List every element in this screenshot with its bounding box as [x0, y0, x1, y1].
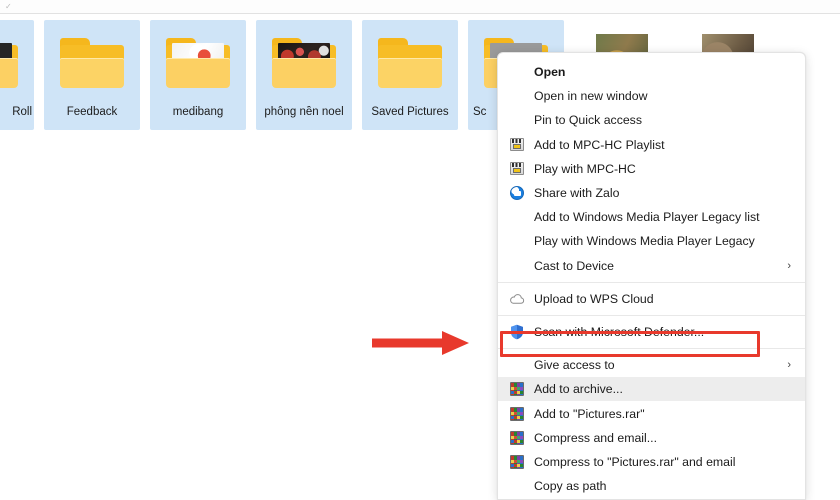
winrar-icon	[506, 452, 528, 472]
menu-item-label: Cast to Device	[534, 258, 614, 273]
menu-item-open-in-new-window[interactable]: Open in new window	[498, 84, 805, 108]
menu-item-label: Add to MPC-HC Playlist	[534, 137, 665, 152]
menu-item-label: Compress to "Pictures.rar" and email	[534, 454, 736, 469]
menu-item-label: Open in new window	[534, 89, 648, 104]
folder-thumbnail	[256, 20, 352, 106]
menu-item-open[interactable]: Open	[498, 60, 805, 84]
menu-item-copy-as-path[interactable]: Copy as path	[498, 474, 805, 498]
menu-item-compress-and-email[interactable]: Compress and email...	[498, 426, 805, 450]
menu-item-label: Upload to WPS Cloud	[534, 291, 654, 306]
folder-icon	[378, 38, 442, 88]
no-icon	[506, 256, 528, 276]
folder-icon	[60, 38, 124, 88]
menu-item-scan-with-microsoft-defender[interactable]: Scan with Microsoft Defender...	[498, 320, 805, 344]
folder-thumbnail	[0, 20, 34, 106]
menu-item-label: Play with Windows Media Player Legacy	[534, 234, 755, 249]
folder-thumbnail	[362, 20, 458, 106]
menu-item-label: Pin to Quick access	[534, 113, 642, 128]
file-item-medibang[interactable]: medibang	[150, 20, 246, 130]
cloud-icon	[506, 289, 528, 309]
mpc-hc-icon	[506, 135, 528, 155]
file-item-feedback[interactable]: Feedback	[44, 20, 140, 130]
menu-item-label: Add to "Pictures.rar"	[534, 406, 645, 421]
menu-item-label: Share with Zalo	[534, 186, 620, 201]
menu-separator	[498, 314, 805, 316]
menu-item-label: Compress and email...	[534, 430, 658, 445]
menu-item-add-to-wmp-legacy-list[interactable]: Add to Windows Media Player Legacy list	[498, 205, 805, 229]
winrar-icon	[506, 404, 528, 424]
file-item-label: phông nền noel	[264, 106, 344, 118]
menu-item-label: Copy as path	[534, 479, 607, 494]
zalo-icon	[506, 183, 528, 203]
menu-item-share-with-zalo[interactable]: Share with Zalo	[498, 181, 805, 205]
mpc-hc-icon	[506, 159, 528, 179]
menu-item-upload-to-wps-cloud[interactable]: Upload to WPS Cloud	[498, 287, 805, 311]
menu-item-label: Add to archive...	[534, 382, 623, 397]
no-icon	[506, 207, 528, 227]
no-icon	[506, 476, 528, 496]
menu-item-play-with-mpc-hc[interactable]: Play with MPC-HC	[498, 157, 805, 181]
file-item-phong-nen-noel[interactable]: phông nền noel	[256, 20, 352, 130]
menu-separator	[498, 348, 805, 350]
file-item-label: Roll	[12, 106, 32, 118]
menu-item-pin-to-quick-access[interactable]: Pin to Quick access	[498, 108, 805, 132]
menu-item-cast-to-device[interactable]: Cast to Device ›	[498, 254, 805, 278]
menu-item-add-to-pictures-rar[interactable]: Add to "Pictures.rar"	[498, 401, 805, 425]
folder-icon	[272, 38, 336, 88]
winrar-icon	[506, 428, 528, 448]
checkmark-icon: ✓	[5, 2, 12, 11]
folder-thumbnail	[150, 20, 246, 106]
folder-thumbnail	[44, 20, 140, 106]
explorer-toolbar[interactable]: ✓	[0, 0, 840, 14]
context-menu[interactable]: Open Open in new window Pin to Quick acc…	[497, 52, 806, 500]
file-item-label: Feedback	[66, 106, 118, 118]
file-item-roll[interactable]: Roll	[0, 20, 34, 130]
folder-icon	[166, 38, 230, 88]
no-icon	[506, 62, 528, 82]
folder-icon	[0, 38, 18, 88]
file-item-label: medibang	[172, 106, 224, 118]
no-icon	[506, 231, 528, 251]
menu-item-give-access-to[interactable]: Give access to ›	[498, 353, 805, 377]
menu-item-compress-to-pictures-rar-and-email[interactable]: Compress to "Pictures.rar" and email	[498, 450, 805, 474]
menu-item-label: Open	[534, 65, 566, 80]
no-icon	[506, 110, 528, 130]
menu-item-label: Give access to	[534, 358, 615, 373]
menu-item-label: Play with MPC-HC	[534, 161, 636, 176]
chevron-right-icon: ›	[787, 359, 791, 372]
menu-item-label: Scan with Microsoft Defender...	[534, 324, 705, 339]
winrar-icon	[506, 379, 528, 399]
no-icon	[506, 86, 528, 106]
shield-icon	[506, 322, 528, 342]
chevron-right-icon: ›	[787, 259, 791, 272]
menu-item-play-with-wmp-legacy[interactable]: Play with Windows Media Player Legacy	[498, 229, 805, 253]
menu-item-add-to-archive[interactable]: Add to archive...	[498, 377, 805, 402]
menu-item-label: Add to Windows Media Player Legacy list	[534, 210, 760, 225]
file-item-saved-pictures[interactable]: Saved Pictures	[362, 20, 458, 130]
menu-separator	[498, 281, 805, 283]
no-icon	[506, 355, 528, 375]
file-item-label: Saved Pictures	[371, 106, 449, 118]
menu-item-add-to-mpc-hc-playlist[interactable]: Add to MPC-HC Playlist	[498, 133, 805, 157]
